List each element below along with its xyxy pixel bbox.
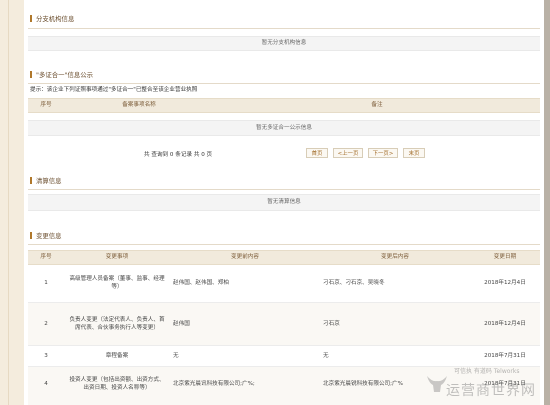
row-before: 赵伟国 — [173, 321, 190, 327]
row-no: 4 — [44, 381, 48, 387]
right-scrollbar-track[interactable] — [544, 0, 550, 405]
pager-first-button[interactable]: 首页 — [306, 148, 328, 158]
changes-section-title: 变更信息 — [30, 231, 62, 241]
section-marker-icon — [30, 15, 32, 22]
col-header-change-item: 变更事项 — [105, 254, 129, 260]
multi-cert-empty-box: 暂无多证合一公示信息 — [28, 120, 540, 136]
pager-prev-button[interactable]: <上一页 — [333, 148, 363, 158]
section-marker-icon — [30, 177, 32, 184]
row-date: 2018年12月4日 — [484, 280, 526, 286]
row-after: 刁石京 — [323, 321, 340, 327]
row-change-item: 高级管理人员备案（董事、监事、经理等） — [69, 276, 165, 290]
row-change-item: 负责人变更（法定代表人、负责人、首席代表、合伙事务执行人等变更） — [69, 317, 165, 331]
row-before: 北京紫光晨讯科技有限公司;广%; — [173, 381, 255, 387]
col-header-remark: 备注 — [371, 102, 383, 108]
branch-divider — [28, 28, 540, 29]
table-row: 4 投资人变更（包括出资额、出资方式、出资日期、投资人名称等） 北京紫光晨讯科技… — [28, 367, 540, 405]
row-before: 赵伟国、赵伟国、郑柏 — [173, 280, 229, 286]
row-date: 2018年7月31日 — [484, 381, 526, 387]
branch-section-title: 分支机构信息 — [30, 14, 74, 24]
col-header-date: 变更日期 — [493, 254, 517, 260]
row-change-item: 章程备案 — [105, 353, 129, 359]
row-before: 无 — [173, 353, 179, 359]
branch-empty-box: 暂无分支机构信息 — [28, 36, 540, 51]
table-row: 2 负责人变更（法定代表人、负责人、首席代表、合伙事务执行人等变更） 赵伟国 刁… — [28, 303, 540, 346]
row-no: 3 — [44, 353, 48, 359]
company-info-panel: 分支机构信息 暂无分支机构信息 "多证合一"信息公示 提示：该企业下列证照事项通… — [24, 0, 544, 405]
col-header-no: 序号 — [40, 102, 52, 108]
row-after: 北京紫光晨锐科技有限公司;广% — [323, 381, 403, 387]
pager-next-button[interactable]: 下一页> — [368, 148, 398, 158]
changes-divider — [28, 244, 540, 245]
multi-cert-section-title: "多证合一"信息公示 — [30, 70, 93, 80]
changes-table-header: 序号 变更事项 变更前内容 变更后内容 变更日期 — [28, 250, 540, 265]
section-marker-icon — [30, 232, 32, 239]
liquidation-title-text: 清算信息 — [36, 177, 62, 185]
row-no: 1 — [44, 280, 48, 286]
row-no: 2 — [44, 321, 48, 327]
liquidation-section-title: 清算信息 — [30, 176, 62, 186]
section-marker-icon — [30, 71, 32, 78]
liquidation-empty-box: 暂无清算信息 — [28, 194, 540, 211]
col-header-after: 变更后内容 — [381, 254, 409, 260]
multi-cert-title-text: "多证合一"信息公示 — [36, 71, 94, 79]
left-page-frame — [0, 0, 25, 405]
liquidation-empty-text: 暂无清算信息 — [267, 199, 301, 205]
liquidation-divider — [28, 189, 540, 190]
multi-cert-divider — [28, 83, 540, 84]
table-row: 3 章程备案 无 无 2018年7月31日 — [28, 346, 540, 367]
branch-empty-text: 暂无分支机构信息 — [261, 40, 307, 46]
row-after: 刁石京、刁石京、吴晓冬 — [323, 280, 385, 286]
row-date: 2018年12月4日 — [484, 321, 526, 327]
pager-last-button[interactable]: 末页 — [403, 148, 425, 158]
row-after: 无 — [323, 353, 329, 359]
row-change-item: 投资人变更（包括出资额、出资方式、出资日期、投资人名称等） — [69, 377, 165, 391]
pager-summary: 共 查询到 0 条记录 共 0 页 — [144, 152, 213, 158]
col-header-before: 变更前内容 — [231, 254, 259, 260]
col-header-no: 序号 — [40, 254, 52, 260]
frame-stripe — [8, 0, 9, 405]
changes-title-text: 变更信息 — [36, 232, 62, 240]
multi-cert-empty-text: 暂无多证合一公示信息 — [256, 125, 312, 131]
multi-cert-table-header: 序号 备案事项名称 备注 — [28, 98, 540, 113]
branch-title-text: 分支机构信息 — [36, 15, 75, 23]
col-header-item-name: 备案事项名称 — [122, 102, 156, 108]
row-date: 2018年7月31日 — [484, 353, 526, 359]
multi-cert-hint: 提示：该企业下列证照事项通过"多证合一"已整合至该企业营业执照 — [30, 87, 198, 93]
table-row: 1 高级管理人员备案（董事、监事、经理等） 赵伟国、赵伟国、郑柏 刁石京、刁石京… — [28, 264, 540, 303]
